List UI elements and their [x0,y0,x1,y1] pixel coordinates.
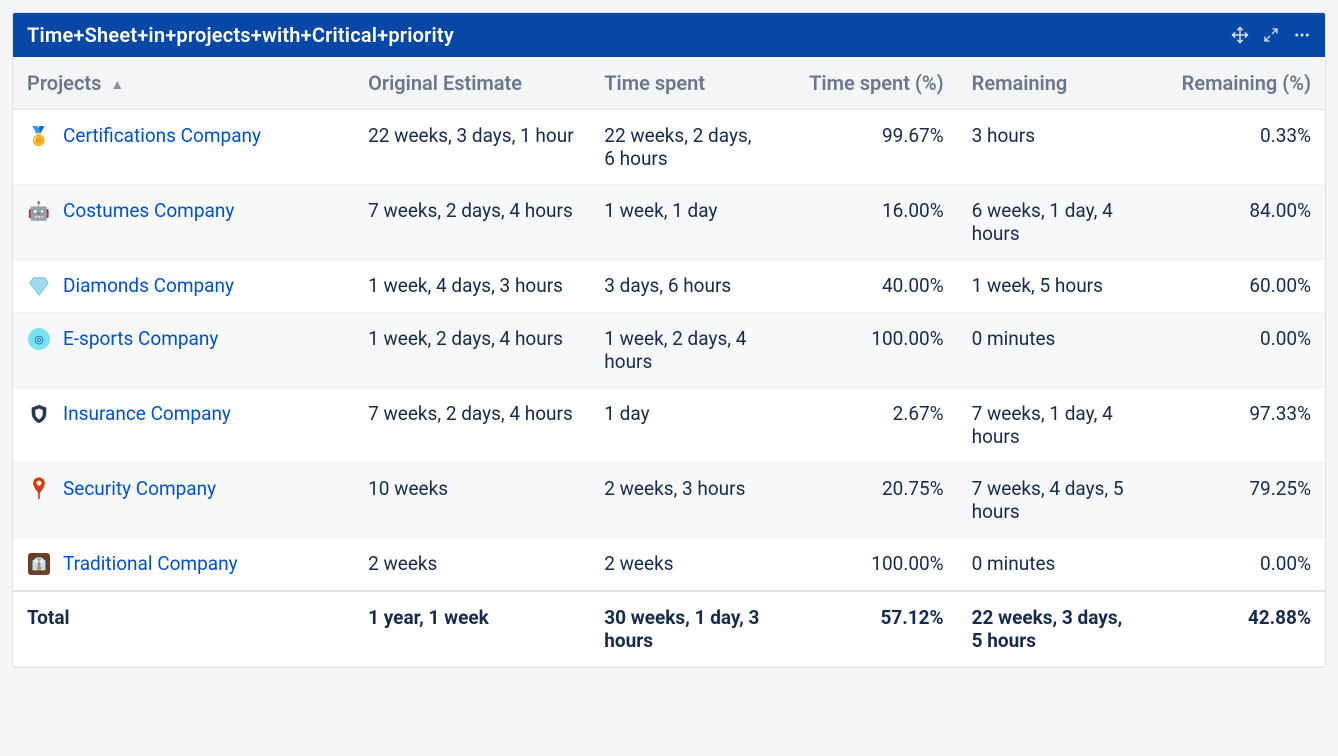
table-row-total: Total1 year, 1 week30 weeks, 1 day, 3 ho… [13,591,1325,667]
cell-time-spent-pct: 99.67% [774,110,958,185]
project-link[interactable]: Diamonds Company [63,274,234,297]
cell-time-spent: 1 day [590,388,774,463]
cell-remaining: 3 hours [958,110,1142,185]
expand-icon[interactable] [1263,27,1279,43]
cell-remaining-pct: 97.33% [1141,388,1325,463]
cell-time-spent-pct: 100.00% [774,538,958,592]
col-header-label: Projects [27,71,101,95]
diamond-icon [27,274,51,298]
table-row: Security Company 10 weeks2 weeks, 3 hours… [13,463,1325,538]
move-icon[interactable] [1231,26,1249,44]
robot-icon: 🤖 [27,199,51,223]
cell-time-spent: 1 week, 2 days, 4 hours [590,313,774,388]
col-header-time-spent[interactable]: Time spent [590,57,774,110]
project-link[interactable]: E-sports Company [63,327,218,350]
table-row: 👔Traditional Company2 weeks2 weeks100.00… [13,538,1325,592]
sort-asc-icon: ▲ [110,77,124,93]
esports-icon: ◎ [27,327,51,351]
cell-time-spent: 3 days, 6 hours [590,260,774,313]
cell-remaining: 1 week, 5 hours [958,260,1142,313]
pin-icon [27,477,51,501]
col-header-label: Original Estimate [368,71,522,95]
cell-remaining-pct: 0.33% [1141,110,1325,185]
total-time-spent-pct: 57.12% [774,591,958,667]
project-link[interactable]: Insurance Company [63,402,231,425]
shield-icon [27,402,51,426]
project-link[interactable]: Certifications Company [63,124,261,147]
cell-remaining: 0 minutes [958,313,1142,388]
more-icon[interactable] [1293,26,1311,44]
cell-original-estimate: 1 week, 4 days, 3 hours [354,260,590,313]
cell-original-estimate: 7 weeks, 2 days, 4 hours [354,388,590,463]
total-label: Total [13,591,354,667]
col-header-remaining[interactable]: Remaining [958,57,1142,110]
cell-remaining: 7 weeks, 1 day, 4 hours [958,388,1142,463]
cell-time-spent: 22 weeks, 2 days, 6 hours [590,110,774,185]
project-link[interactable]: Costumes Company [63,199,234,222]
medal-icon: 🏅 [27,124,51,148]
cell-time-spent: 1 week, 1 day [590,185,774,260]
col-header-label: Remaining [972,71,1068,95]
table-row: Diamonds Company 1 week, 4 days, 3 hours3… [13,260,1325,313]
cell-original-estimate: 2 weeks [354,538,590,592]
cell-remaining-pct: 84.00% [1141,185,1325,260]
cell-time-spent: 2 weeks [590,538,774,592]
table-row: 🏅 Certifications Company 22 weeks, 3 days,… [13,110,1325,185]
cell-time-spent: 2 weeks, 3 hours [590,463,774,538]
cell-remaining-pct: 0.00% [1141,538,1325,592]
cell-original-estimate: 7 weeks, 2 days, 4 hours [354,185,590,260]
cell-remaining-pct: 0.00% [1141,313,1325,388]
cell-original-estimate: 22 weeks, 3 days, 1 hour [354,110,590,185]
timesheet-panel: Time+Sheet+in+projects+with+Critical+pri… [12,12,1326,668]
table-row: 🤖 Costumes Company 7 weeks, 2 days, 4 hour… [13,185,1325,260]
total-time-spent: 30 weeks, 1 day, 3 hours [590,591,774,667]
cell-remaining-pct: 60.00% [1141,260,1325,313]
total-remaining: 22 weeks, 3 days, 5 hours [958,591,1142,667]
col-header-projects[interactable]: Projects ▲ [13,57,354,110]
suit-icon: 👔 [27,552,51,576]
col-header-time-spent-pct[interactable]: Time spent (%) [774,57,958,110]
cell-remaining: 0 minutes [958,538,1142,592]
cell-time-spent-pct: 20.75% [774,463,958,538]
panel-header: Time+Sheet+in+projects+with+Critical+pri… [13,13,1325,57]
project-link[interactable]: Security Company [63,477,216,500]
col-header-original-estimate[interactable]: Original Estimate [354,57,590,110]
col-header-label: Remaining (%) [1182,71,1311,95]
total-remaining-pct: 42.88% [1141,591,1325,667]
cell-time-spent-pct: 16.00% [774,185,958,260]
col-header-label: Time spent [604,71,705,95]
project-link[interactable]: Traditional Company [63,552,238,575]
table-row: Insurance Company 7 weeks, 2 days, 4 hour… [13,388,1325,463]
cell-time-spent-pct: 40.00% [774,260,958,313]
cell-original-estimate: 10 weeks [354,463,590,538]
panel-title: Time+Sheet+in+projects+with+Critical+pri… [27,23,1231,47]
total-original-estimate: 1 year, 1 week [354,591,590,667]
table-row: ◎ E-sports Company 1 week, 2 days, 4 hours… [13,313,1325,388]
col-header-remaining-pct[interactable]: Remaining (%) [1141,57,1325,110]
cell-remaining-pct: 79.25% [1141,463,1325,538]
timesheet-table: Projects ▲ Original Estimate Time spent … [13,57,1325,667]
cell-remaining: 6 weeks, 1 day, 4 hours [958,185,1142,260]
cell-remaining: 7 weeks, 4 days, 5 hours [958,463,1142,538]
cell-original-estimate: 1 week, 2 days, 4 hours [354,313,590,388]
cell-time-spent-pct: 100.00% [774,313,958,388]
col-header-label: Time spent (%) [809,71,943,95]
cell-time-spent-pct: 2.67% [774,388,958,463]
